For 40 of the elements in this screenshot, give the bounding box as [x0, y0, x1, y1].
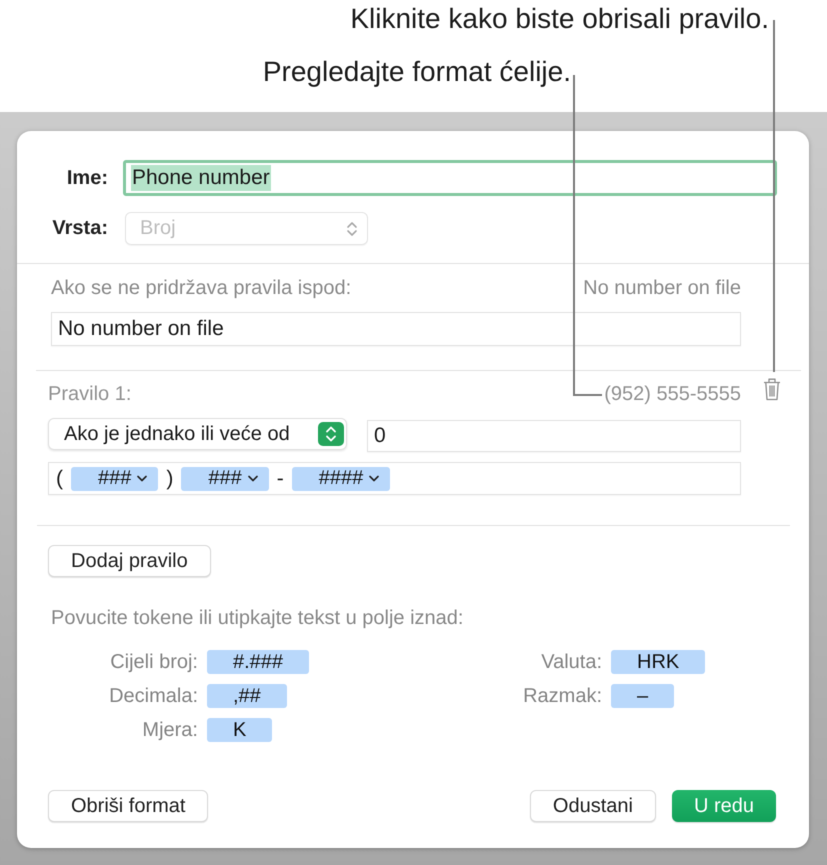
format-token[interactable]: K: [207, 718, 272, 742]
literal-text: (: [56, 466, 63, 490]
field-label: Ime:: [66, 166, 108, 190]
fallback-text-field[interactable]: No number on file: [51, 312, 741, 346]
callout-text: Kliknite kako biste obrisali pravilo.: [350, 2, 769, 36]
format-token[interactable]: ###: [181, 466, 269, 490]
format-preview: No number on file: [583, 276, 741, 300]
chevron-up-down-icon: [346, 220, 358, 238]
name-field[interactable]: Phone number: [123, 160, 777, 196]
stepper-icon: [318, 422, 344, 446]
field-label: Vrsta:: [51, 217, 108, 240]
callout-text: Pregledajte format ćelije.: [262, 55, 571, 89]
literal-text: -: [276, 466, 284, 490]
token-label: Mjera:: [141, 718, 198, 742]
format-token[interactable]: ####: [292, 466, 390, 490]
token-label: Valuta:: [540, 650, 602, 674]
chevron-down-icon: [248, 475, 258, 482]
condition-dropdown[interactable]: Ako je jednako ili veće od: [48, 418, 347, 450]
rule-title: Pravilo 1:: [48, 382, 132, 406]
format-token[interactable]: HRK: [611, 650, 706, 674]
literal-text: ): [166, 466, 174, 490]
token-label: Cijeli broj:: [109, 650, 198, 674]
chevron-down-icon: [369, 475, 380, 482]
add-rule-button[interactable]: Dodaj pravilo: [48, 545, 211, 577]
format-preview: (952) 555-5555: [604, 382, 741, 406]
format-token[interactable]: #.###: [207, 650, 310, 674]
dialog-button[interactable]: Obriši format: [48, 790, 208, 822]
format-token[interactable]: ,##: [207, 684, 287, 708]
token-label: Razmak:: [522, 684, 602, 708]
value-field[interactable]: 0: [367, 420, 741, 452]
format-token[interactable]: –: [611, 684, 674, 708]
trash-icon[interactable]: [763, 377, 781, 401]
token-label: Decimala:: [108, 684, 198, 708]
format-token[interactable]: ###: [71, 466, 158, 490]
selected-text: Phone number: [131, 165, 271, 191]
format-field[interactable]: ( ### ) ### - ####: [48, 462, 741, 495]
hint-text: Povucite tokene ili utipkajte tekst u polje iznad:: [51, 606, 464, 630]
chevron-down-icon: [137, 475, 148, 482]
dialog-button[interactable]: Odustani: [530, 790, 656, 822]
section-label: Ako se ne pridržava pravila ispod:: [51, 276, 352, 300]
